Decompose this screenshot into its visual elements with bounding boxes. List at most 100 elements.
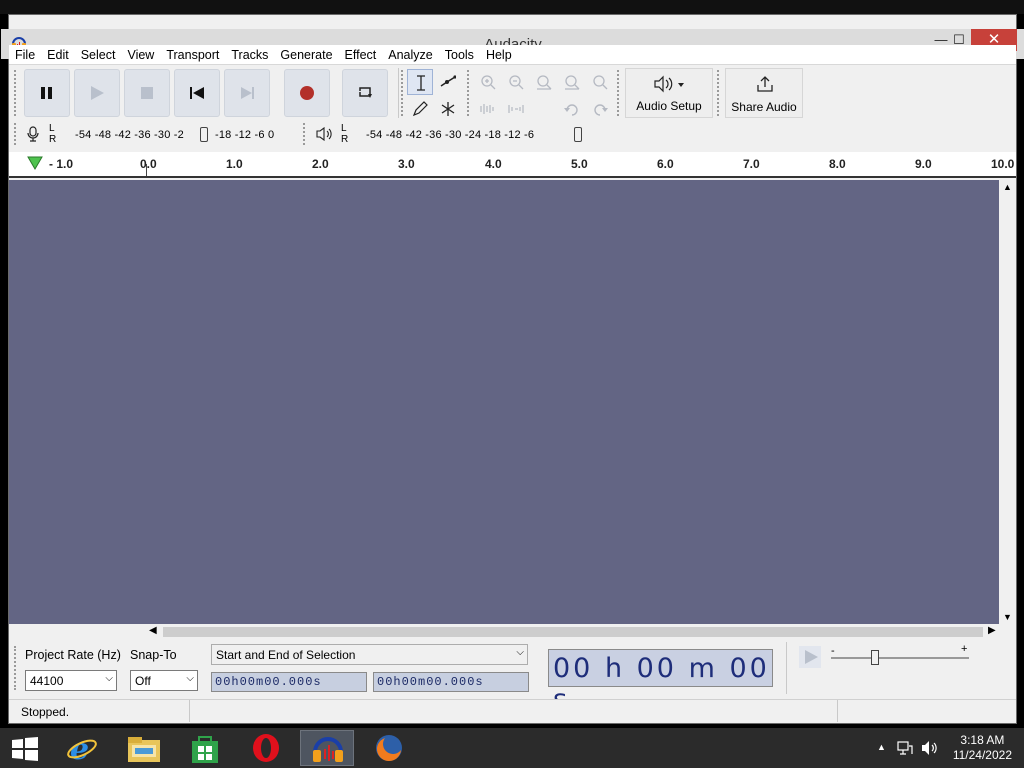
selection-start-value: 00h00m00.000s [215,675,322,689]
audio-setup-button[interactable]: Audio Setup [625,68,713,118]
trim-icon [480,104,494,114]
skip-to-end-button[interactable] [224,69,270,117]
playback-meter-slider[interactable] [574,127,582,142]
system-clock[interactable]: 3:18 AM 11/24/2022 [953,733,1012,763]
record-icon [300,86,314,100]
horizontal-scrollbar[interactable]: ◀ ▶ [9,625,1016,639]
zoom-in-icon [481,75,496,90]
draw-tool[interactable] [407,96,433,122]
selection-mode-select[interactable]: Start and End of Selection ⌵ [211,644,528,665]
scroll-down-icon[interactable]: ▼ [1003,612,1012,622]
play-meter-grip[interactable] [303,123,306,145]
undo-icon [564,104,578,116]
scroll-up-icon[interactable]: ▲ [1003,182,1012,192]
menu-edit[interactable]: Edit [41,45,75,62]
play-at-speed-button[interactable] [799,646,821,668]
speaker-icon[interactable] [316,127,334,141]
speed-max-label: + [961,643,968,655]
zoom-in-button[interactable] [475,69,501,95]
menu-effect[interactable]: Effect [339,45,383,62]
envelope-tool[interactable] [435,69,461,95]
taskbar-firefox[interactable] [362,730,416,766]
share-icon [757,76,773,92]
taskbar-opera[interactable] [239,730,293,766]
stop-button[interactable] [124,69,170,117]
ruler-label: 1.0 [226,157,243,171]
clock-date: 11/24/2022 [952,748,1012,762]
selection-end-time[interactable]: 00h00m00.000s [373,672,529,692]
play-head-triangle-icon[interactable] [27,156,43,170]
show-hidden-icons-icon[interactable]: ▲ [877,742,886,752]
menu-view[interactable]: View [121,45,160,62]
pause-button[interactable] [24,69,70,117]
taskbar-internet-explorer[interactable]: e [56,730,110,766]
record-button[interactable] [284,69,330,117]
menu-tracks[interactable]: Tracks [225,45,274,62]
scroll-right-icon[interactable]: ▶ [988,625,996,636]
horizontal-scroll-thumb[interactable] [163,627,983,637]
fit-project-button[interactable] [559,69,585,95]
record-meter-scale[interactable]: -54 -48 -42 -36 -30 -2 [75,129,184,141]
taskbar-file-explorer[interactable] [117,730,171,766]
menu-generate[interactable]: Generate [274,45,338,62]
snap-to-label: Snap-To [130,648,177,662]
toolbar-grip[interactable] [14,70,17,116]
audio-setup-label: Audio Setup [636,99,702,113]
record-left-label: L [49,123,55,134]
network-icon[interactable] [897,740,913,756]
pencil-icon [412,101,428,117]
menu-bar: File Edit Select View Transport Tracks Generat… [9,45,1016,65]
menu-select[interactable]: Select [75,45,122,62]
menu-tools[interactable]: Tools [439,45,480,62]
share-grip[interactable] [717,70,720,116]
vertical-scrollbar[interactable]: ▲ ▼ [999,180,1016,624]
edit-grip[interactable] [467,70,470,116]
menu-transport[interactable]: Transport [160,45,225,62]
skip-to-start-button[interactable] [174,69,220,117]
zoom-out-button[interactable] [503,69,529,95]
meter-grip[interactable] [14,123,17,145]
tools-grip[interactable] [401,70,404,116]
taskbar-store[interactable] [178,730,232,766]
selection-start-time[interactable]: 00h00m00.000s [211,672,367,692]
taskbar-audacity[interactable] [300,730,354,766]
menu-help[interactable]: Help [480,45,518,62]
audio-position-display[interactable]: 00 h 00 m 00 s [548,649,773,715]
chevron-down-icon: ⌵ [516,647,524,658]
play-button[interactable] [74,69,120,117]
snap-to-select[interactable]: Off ⌵ [130,670,198,691]
menu-analyze[interactable]: Analyze [382,45,438,62]
playback-meter-scale[interactable]: -54 -48 -42 -36 -30 -24 -18 -12 -6 [366,129,534,141]
track-area[interactable] [9,180,999,624]
selection-tool[interactable] [407,69,433,95]
play-left-label: L [341,123,347,134]
scroll-left-icon[interactable]: ◀ [149,625,157,636]
share-audio-button[interactable]: Share Audio [725,68,803,118]
zoom-toggle-icon [593,75,608,90]
audio-setup-grip[interactable] [617,70,620,116]
skip-start-icon [190,87,204,99]
loop-button[interactable] [342,69,388,117]
play-speed-slider-thumb[interactable] [871,650,879,665]
project-rate-select[interactable]: 44100 ⌵ [25,670,117,691]
record-meter-slider[interactable] [200,127,208,142]
multi-tool[interactable] [435,96,461,122]
skip-end-icon [241,87,254,99]
fit-selection-button[interactable] [531,69,557,95]
trim-button[interactable] [475,96,501,122]
silence-button[interactable] [503,96,529,122]
chevron-down-icon: ⌵ [105,673,113,684]
menu-file[interactable]: File [9,45,41,62]
redo-button[interactable] [587,96,613,122]
selection-grip[interactable] [14,646,17,690]
desktop-top-strip [0,0,1024,14]
microphone-icon[interactable] [26,126,40,142]
volume-icon[interactable] [921,740,939,756]
ruler-label: 8.0 [829,157,846,171]
play-speed-slider-track[interactable] [831,657,969,659]
zoom-toggle-button[interactable] [587,69,613,95]
undo-button[interactable] [559,96,585,122]
timeline-ruler[interactable]: - 1.0 0.0 1.0 2.0 3.0 4.0 5.0 6.0 7.0 8.… [9,152,1016,178]
record-meter-scale-tail[interactable]: -18 -12 -6 0 [215,129,274,141]
start-button[interactable] [0,730,54,766]
